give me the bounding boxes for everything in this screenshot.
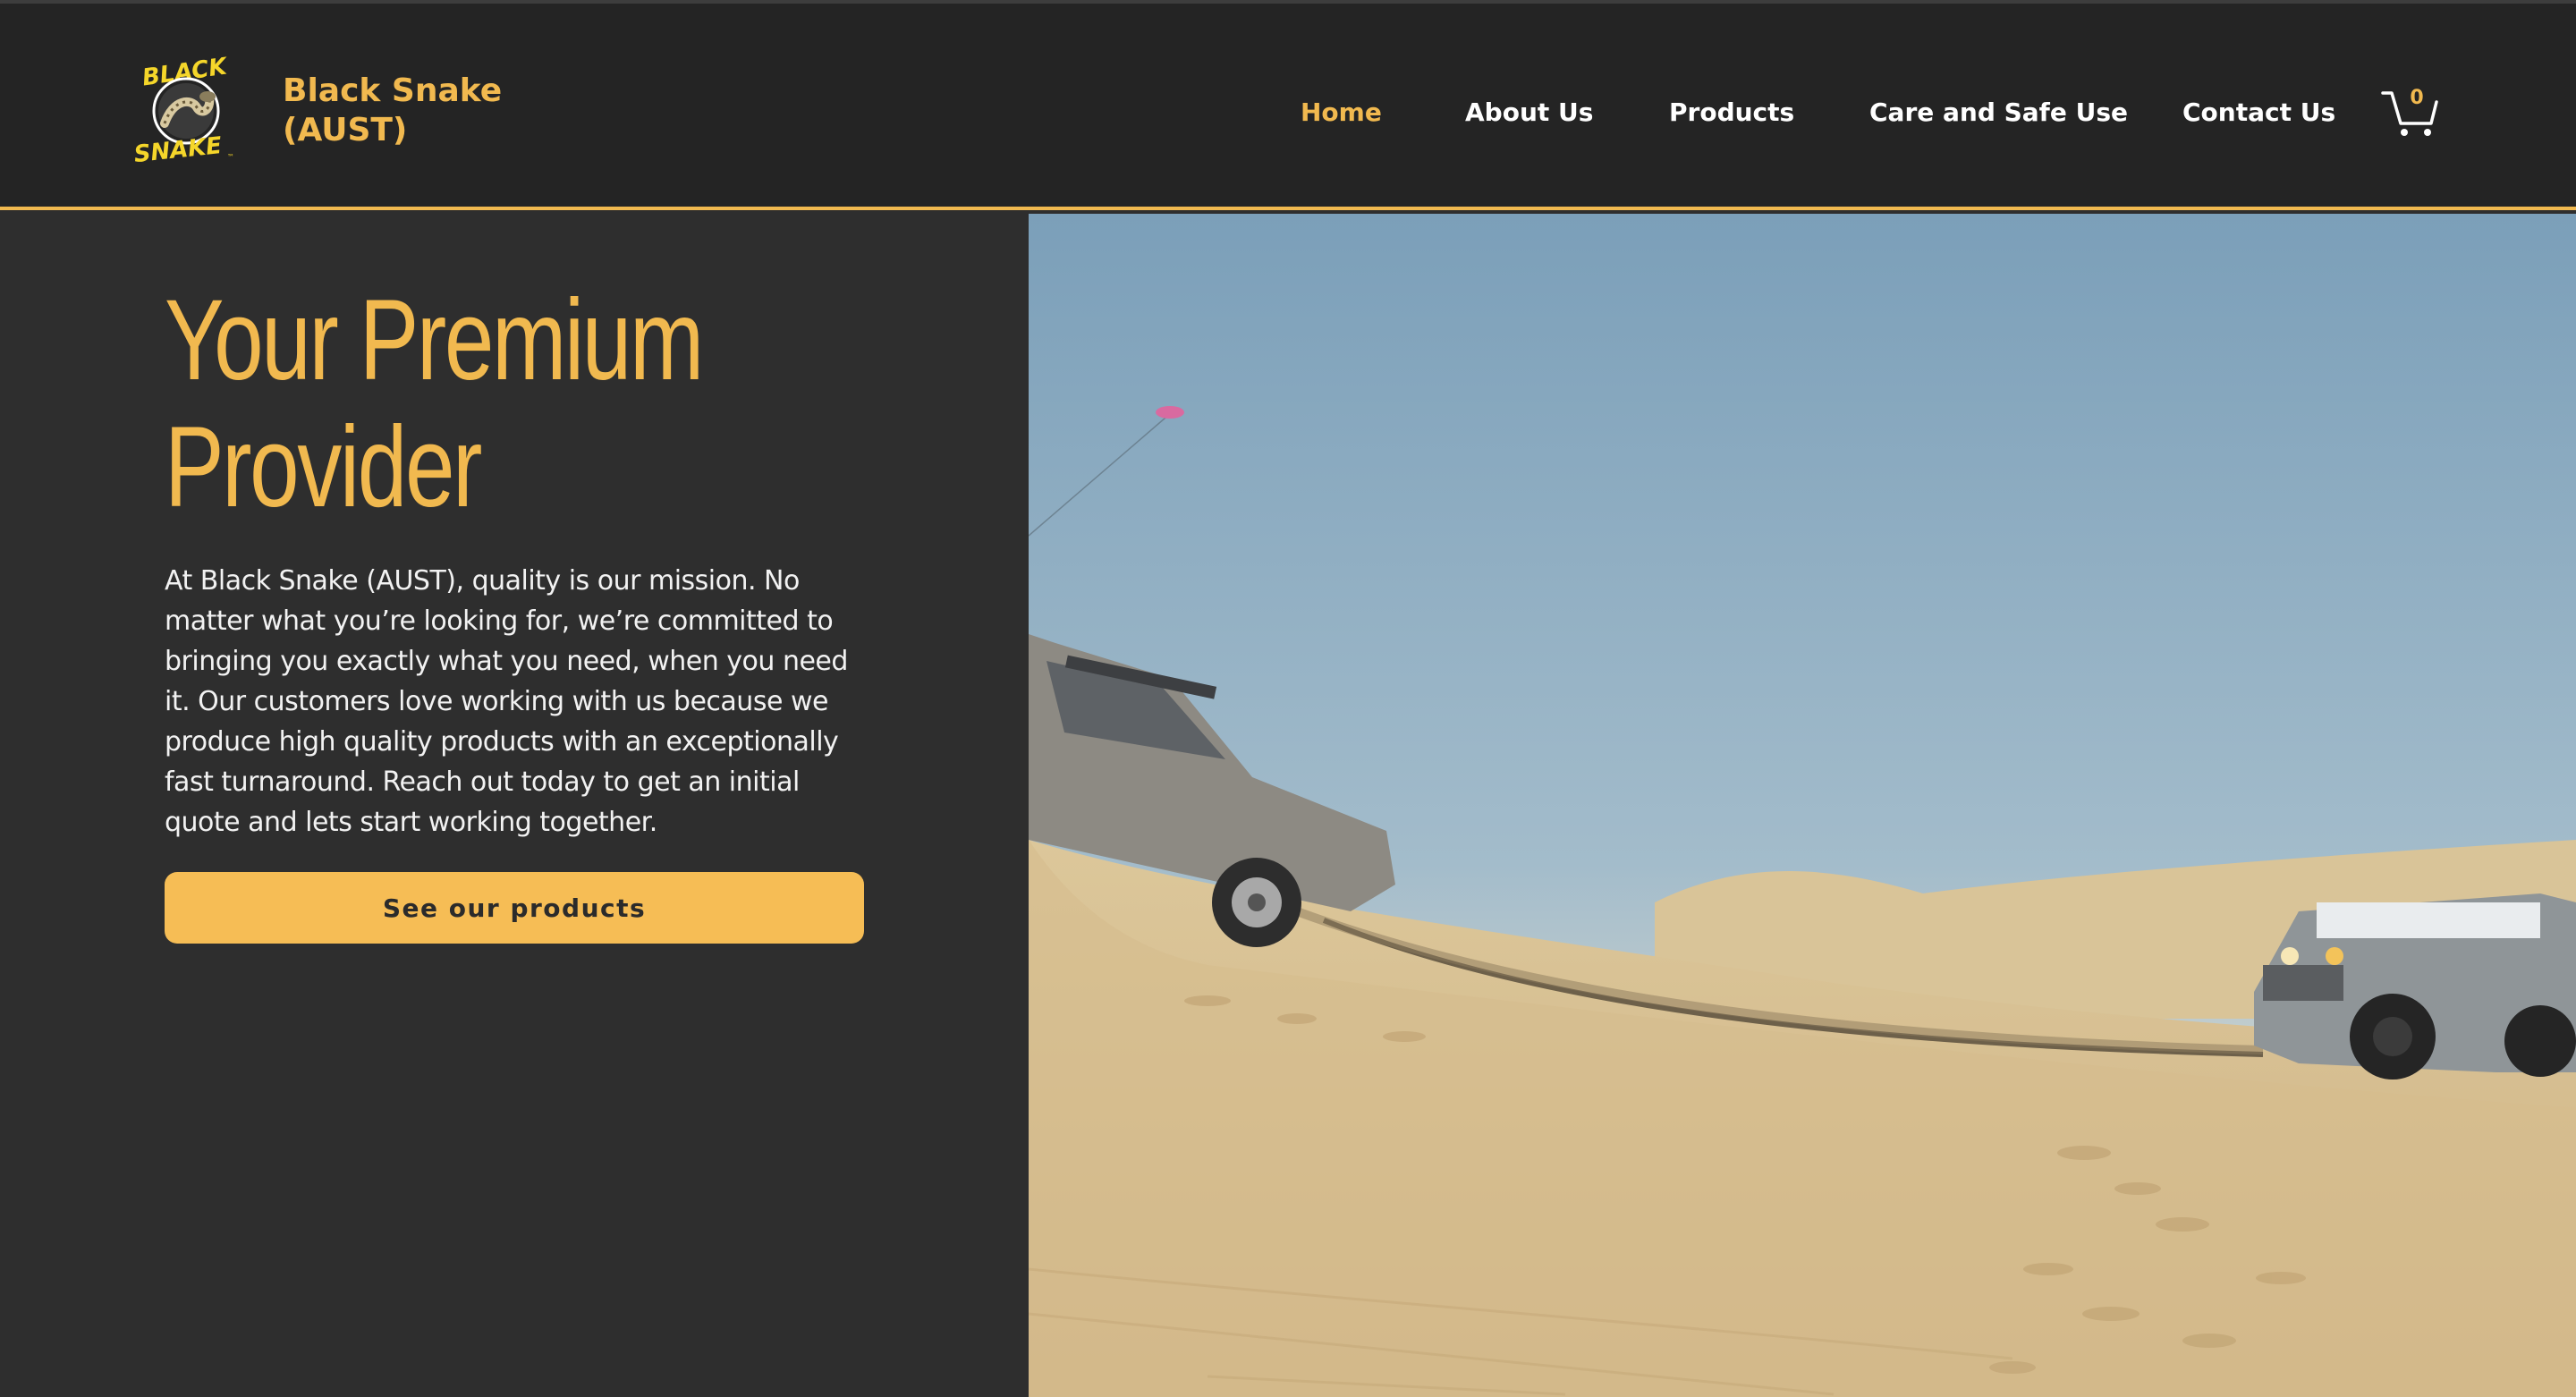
hero-video-desert-vehicles (1029, 214, 2576, 1397)
hero-title: Your Premium Provider (165, 277, 792, 531)
nav-care-and-safe-use[interactable]: Care and Safe Use (1869, 93, 2128, 132)
desert-scene-image (1029, 214, 2576, 1397)
nav-about-us[interactable]: About Us (1465, 93, 1593, 132)
brand-logo[interactable]: BLACK SNAKE ™ (132, 53, 243, 168)
snake-logo-icon: BLACK SNAKE ™ (132, 53, 234, 168)
brand-name-line2: (AUST) (283, 112, 408, 148)
svg-text:™: ™ (227, 153, 234, 161)
hero-description: At Black Snake (AUST), quality is our mi… (165, 565, 848, 838)
nav-products[interactable]: Products (1669, 93, 1794, 132)
nav-contact-us[interactable]: Contact Us (2182, 93, 2335, 132)
cart-button[interactable]: 0 (2379, 86, 2440, 140)
see-products-button[interactable]: See our products (165, 872, 864, 944)
right-suv (2254, 893, 2576, 1080)
brand-name-line1: Black Snake (283, 72, 503, 109)
hero-title-line2: Provider (165, 403, 482, 531)
site-header: BLACK SNAKE ™ Black Snake (AUST) Home Ab… (0, 4, 2576, 210)
nav-home[interactable]: Home (1301, 93, 1382, 132)
hero-title-line1: Your Premium (165, 276, 704, 404)
cart-count-badge: 0 (2410, 87, 2424, 109)
svg-text:SNAKE: SNAKE (134, 132, 224, 166)
brand-name[interactable]: Black Snake (AUST) (283, 72, 515, 150)
